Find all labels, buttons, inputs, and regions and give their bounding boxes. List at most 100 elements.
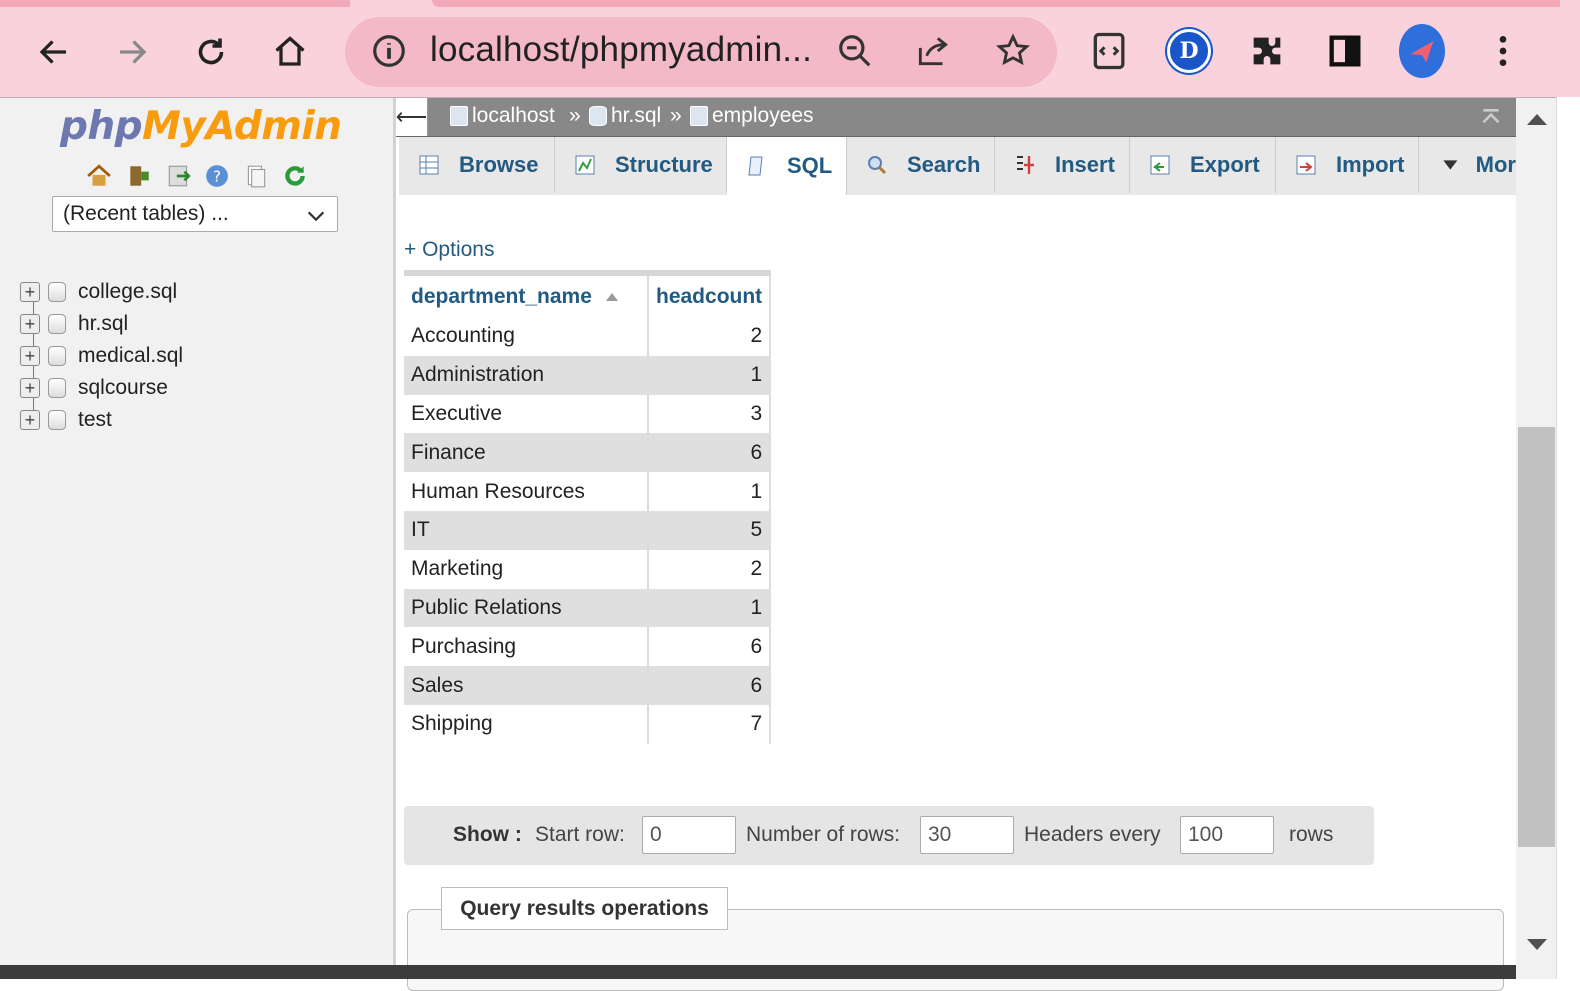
home-icon[interactable] bbox=[264, 26, 316, 78]
tab-label: Structure bbox=[615, 152, 713, 177]
expand-icon[interactable]: + bbox=[20, 346, 40, 366]
scroll-down-arrow-icon[interactable] bbox=[1527, 939, 1547, 950]
tab-search[interactable]: Search bbox=[847, 137, 995, 193]
column-header-label[interactable]: headcount bbox=[656, 285, 762, 308]
cell-headcount: 1 bbox=[648, 355, 772, 395]
db-label[interactable]: college.sql bbox=[78, 280, 177, 304]
table-icon bbox=[690, 106, 708, 126]
forward-icon[interactable] bbox=[106, 26, 158, 78]
cell-headcount: 6 bbox=[648, 433, 772, 473]
extensions-puzzle-icon[interactable] bbox=[1244, 28, 1290, 74]
logo-php: php bbox=[60, 104, 143, 149]
db-label[interactable]: medical.sql bbox=[78, 344, 183, 368]
cell-department: Sales bbox=[404, 666, 649, 705]
table-row: Accounting 2 bbox=[404, 317, 772, 356]
table-row: Finance 6 bbox=[404, 433, 772, 473]
db-label[interactable]: hr.sql bbox=[78, 312, 128, 336]
db-item-sqlcourse[interactable]: + sqlcourse bbox=[20, 373, 168, 403]
cell-department: Accounting bbox=[404, 317, 649, 356]
recent-tables-select[interactable]: (Recent tables) ... bbox=[52, 196, 338, 232]
cell-department: Marketing bbox=[404, 549, 649, 589]
phpmyadmin-logo[interactable]: phpMyAdmin bbox=[60, 104, 342, 149]
cell-department: Finance bbox=[404, 433, 649, 473]
tab-import[interactable]: Import bbox=[1276, 137, 1419, 193]
query-window-icon[interactable] bbox=[166, 163, 191, 187]
table-row: Administration 1 bbox=[404, 355, 772, 395]
chevron-down-icon bbox=[307, 211, 325, 222]
cell-department: Executive bbox=[404, 394, 649, 434]
database-icon bbox=[48, 314, 66, 334]
docs-icon[interactable] bbox=[243, 163, 267, 188]
breadcrumb-database[interactable]: hr.sql bbox=[589, 104, 661, 128]
scroll-up-arrow-icon[interactable] bbox=[1527, 114, 1547, 125]
import-icon bbox=[1296, 155, 1316, 175]
d-extension-icon[interactable]: D bbox=[1166, 28, 1212, 74]
menu-kebab-icon[interactable] bbox=[1480, 28, 1526, 74]
tab-more[interactable]: Mor bbox=[1419, 137, 1516, 193]
db-item-test[interactable]: + test bbox=[20, 405, 112, 435]
show-label: Show : bbox=[453, 823, 522, 846]
tab-label: Mor bbox=[1475, 152, 1516, 177]
column-header-department-name[interactable]: department_name bbox=[404, 270, 649, 317]
tab-browse[interactable]: Browse bbox=[399, 137, 555, 193]
cell-department: Shipping bbox=[404, 704, 649, 744]
structure-icon bbox=[575, 155, 595, 175]
side-panel-icon[interactable] bbox=[1322, 28, 1368, 74]
expand-icon[interactable]: + bbox=[20, 314, 40, 334]
tab-structure[interactable]: Structure bbox=[555, 137, 727, 193]
db-item-hr[interactable]: + hr.sql bbox=[20, 309, 128, 339]
taskbar-edge bbox=[0, 965, 1516, 979]
breadcrumb-table[interactable]: employees bbox=[690, 104, 814, 128]
home-icon[interactable] bbox=[86, 163, 111, 187]
db-item-college[interactable]: + college.sql bbox=[20, 277, 177, 307]
database-icon bbox=[48, 346, 66, 366]
column-header-headcount[interactable]: headcount bbox=[648, 270, 772, 317]
table-row: IT 5 bbox=[404, 510, 772, 550]
scrollbar-thumb[interactable] bbox=[1518, 427, 1555, 847]
options-link[interactable]: + Options bbox=[404, 238, 494, 262]
cell-department: Administration bbox=[404, 355, 649, 395]
expand-icon[interactable]: + bbox=[20, 410, 40, 430]
scroll-top-icon[interactable] bbox=[1478, 106, 1504, 137]
logout-icon[interactable] bbox=[126, 163, 150, 187]
reload-icon[interactable] bbox=[185, 26, 237, 78]
start-row-input[interactable]: 0 bbox=[642, 816, 736, 854]
collapse-nav-arrow-icon[interactable]: ⟵ bbox=[396, 98, 428, 136]
headers-every-input[interactable]: 100 bbox=[1180, 816, 1274, 854]
reload-nav-icon[interactable] bbox=[282, 163, 306, 187]
expand-icon[interactable]: + bbox=[20, 282, 40, 302]
tab-insert[interactable]: Insert bbox=[995, 137, 1130, 193]
db-label[interactable]: sqlcourse bbox=[78, 376, 168, 400]
profile-avatar[interactable] bbox=[1399, 24, 1445, 78]
breadcrumb-server[interactable]: localhost bbox=[450, 104, 555, 128]
tab-sql[interactable]: SQL bbox=[727, 137, 847, 195]
share-icon[interactable] bbox=[914, 32, 952, 70]
table-row: Marketing 2 bbox=[404, 549, 772, 589]
cell-headcount: 2 bbox=[648, 317, 772, 356]
tab-strip bbox=[432, 0, 1560, 7]
expand-icon[interactable]: + bbox=[20, 378, 40, 398]
help-icon[interactable]: ? bbox=[204, 163, 228, 187]
back-icon[interactable] bbox=[28, 26, 80, 78]
db-item-medical[interactable]: + medical.sql bbox=[20, 341, 183, 371]
num-rows-input[interactable]: 30 bbox=[920, 816, 1014, 854]
column-header-label[interactable]: department_name bbox=[411, 285, 592, 308]
export-icon bbox=[1150, 155, 1170, 175]
table-row: Sales 6 bbox=[404, 666, 772, 705]
site-info-icon[interactable] bbox=[370, 32, 408, 70]
table-row: Human Resources 1 bbox=[404, 472, 772, 511]
results-table: department_name headcount Accounting 2 Ad… bbox=[404, 270, 772, 744]
zoom-icon[interactable] bbox=[836, 32, 874, 70]
bookmark-star-icon[interactable] bbox=[994, 32, 1032, 70]
tab-export[interactable]: Export bbox=[1130, 137, 1276, 193]
code-extension-icon[interactable] bbox=[1087, 28, 1133, 74]
db-label[interactable]: test bbox=[78, 408, 112, 432]
database-icon bbox=[48, 378, 66, 398]
recent-tables-value: (Recent tables) ... bbox=[63, 202, 229, 225]
logo-myadmin: MyAdmin bbox=[142, 104, 342, 149]
url-text[interactable]: localhost/phpmyadmin... bbox=[430, 30, 812, 70]
extension-badge: D bbox=[1167, 29, 1211, 73]
triangle-down-icon bbox=[1443, 160, 1458, 170]
server-icon bbox=[450, 106, 468, 126]
num-rows-label: Number of rows: bbox=[746, 823, 901, 846]
